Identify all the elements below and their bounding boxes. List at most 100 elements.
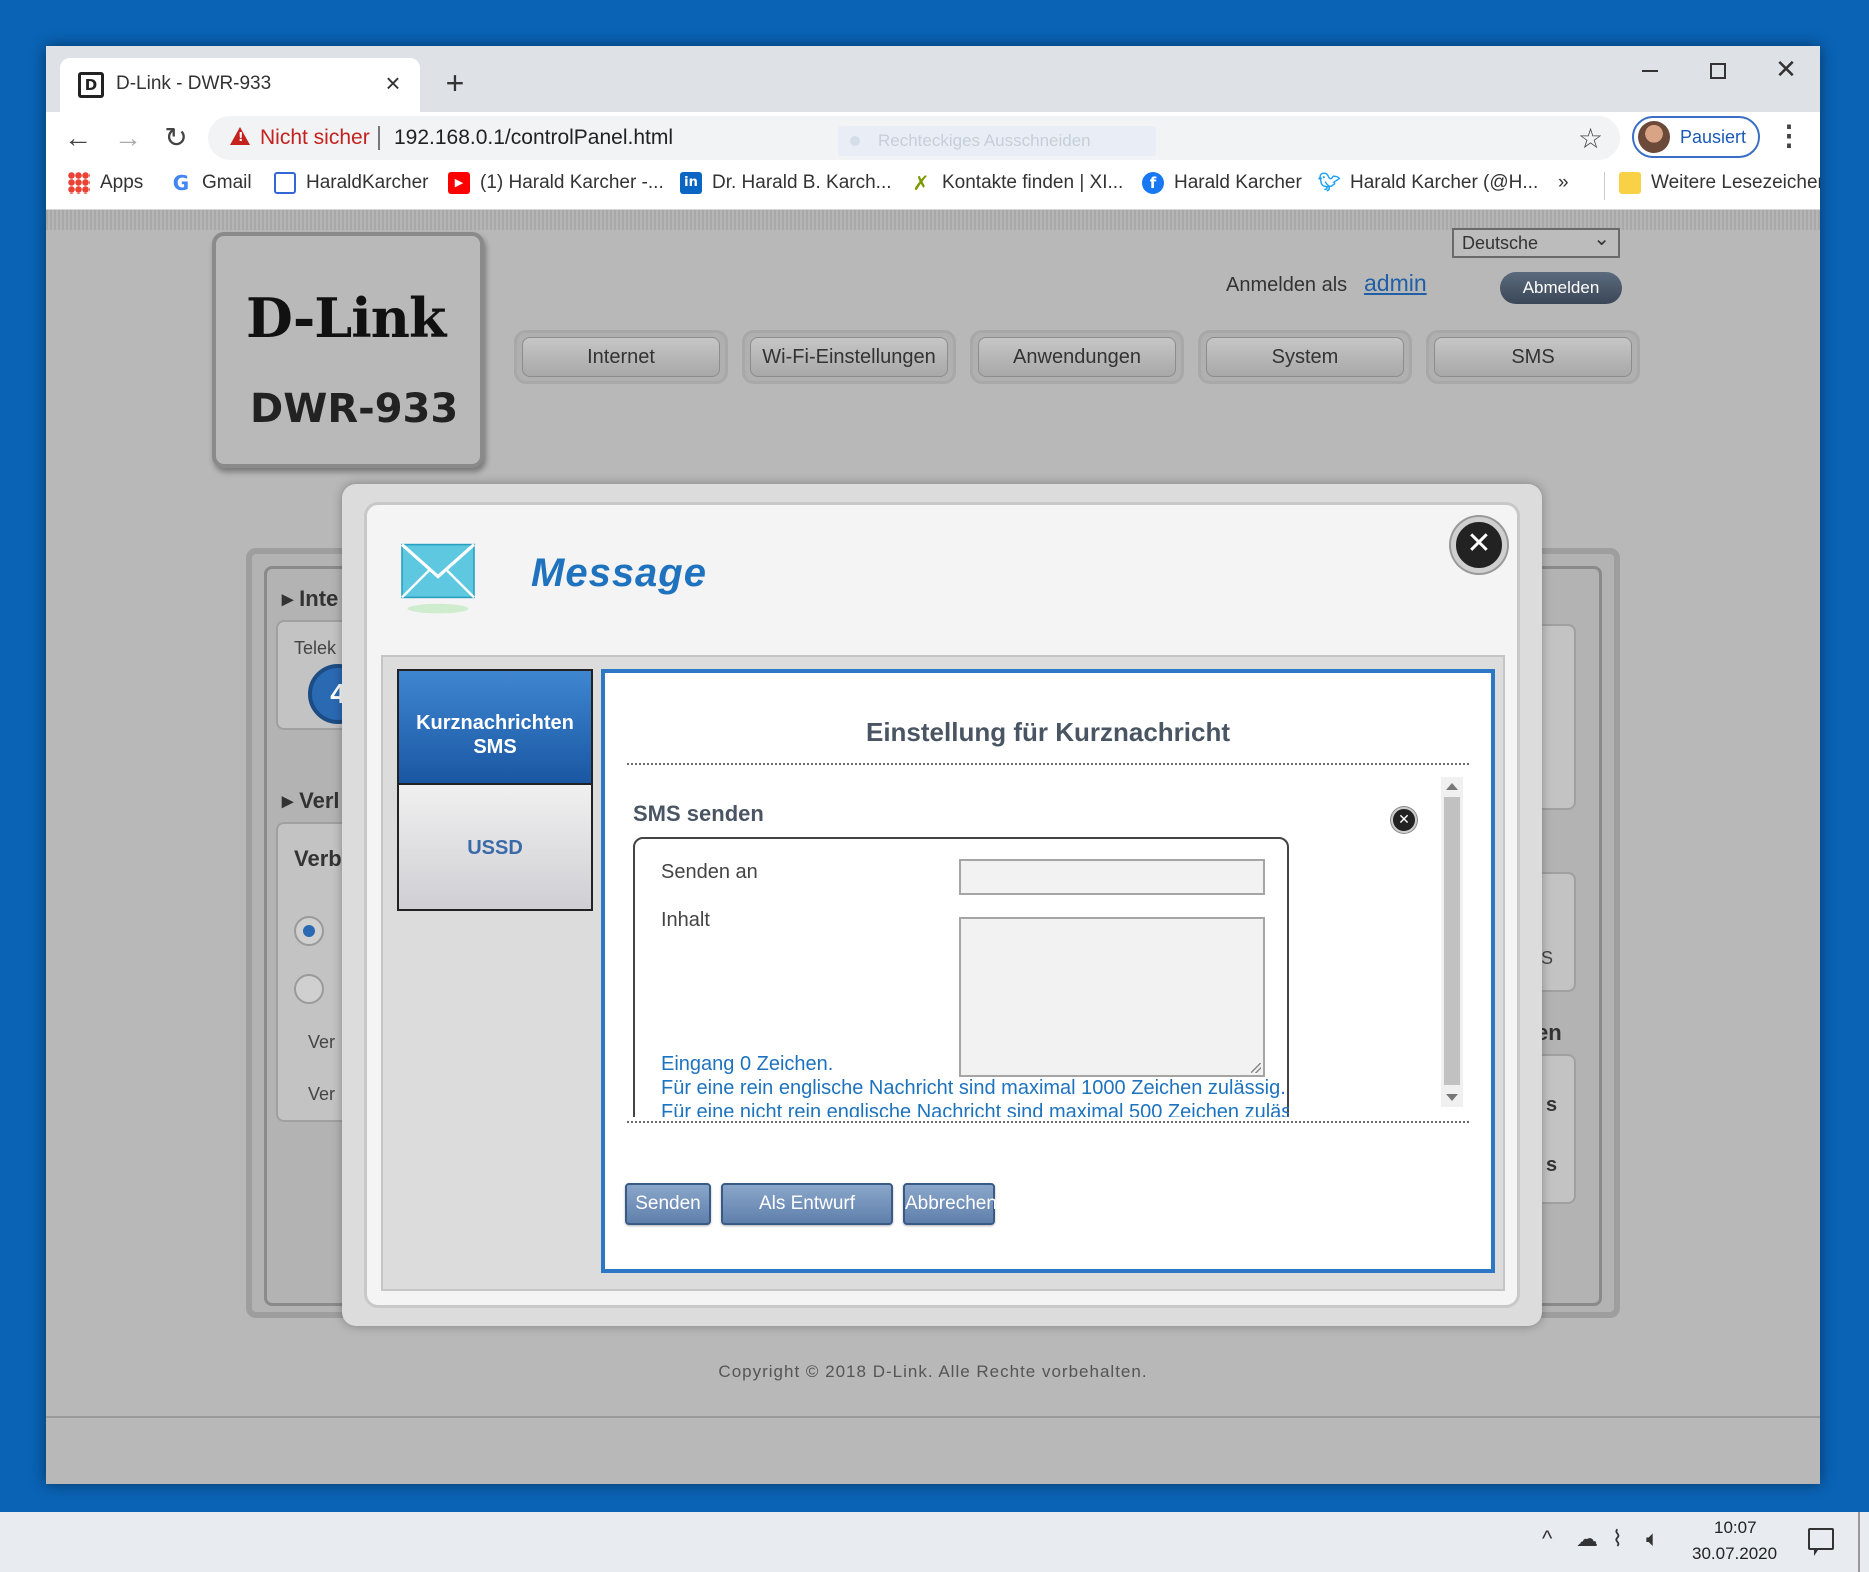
router-nav-tabs: Internet Wi-Fi-Einstellungen Anwendungen… bbox=[514, 330, 1642, 390]
bookmark-label: Harald Karcher bbox=[1174, 172, 1302, 193]
admin-user-link[interactable]: admin bbox=[1364, 270, 1427, 297]
profile-button[interactable]: Pausiert bbox=[1632, 116, 1760, 158]
tab-label: Anwendungen bbox=[978, 337, 1176, 377]
forward-arrow-icon[interactable]: → bbox=[108, 118, 148, 158]
more-bookmarks-chevron-icon[interactable]: » bbox=[1558, 172, 1569, 200]
vertical-scrollbar[interactable] bbox=[1441, 777, 1463, 1107]
address-bar[interactable]: Nicht sicher 192.168.0.1/controlPanel.ht… bbox=[208, 116, 1620, 160]
bg-connection-label: Verb bbox=[294, 846, 342, 871]
bg-heading-connection: ▸ Verl bbox=[282, 788, 340, 813]
bg-heading-text: Verl bbox=[299, 788, 340, 813]
page-top-strip bbox=[46, 210, 1820, 230]
window-maximize-button[interactable] bbox=[1684, 46, 1752, 92]
bookmark-apps[interactable]: Apps bbox=[68, 172, 143, 200]
limit-non-english-info: Für eine nicht rein englische Nachricht … bbox=[661, 1101, 1289, 1117]
bookmark-haraldkarcher[interactable]: HaraldKarcher bbox=[274, 172, 429, 200]
google-icon: G bbox=[172, 171, 190, 195]
bg-heading-internet: ▸ Inte bbox=[282, 586, 339, 611]
content-textarea[interactable] bbox=[959, 917, 1265, 1077]
avatar bbox=[1638, 121, 1670, 153]
sms-form-box: Senden an Inhalt Eingang 0 Zeichen. Für … bbox=[633, 837, 1289, 1117]
tab-label: SMS bbox=[1434, 337, 1632, 377]
tab-applications[interactable]: Anwendungen bbox=[970, 330, 1184, 384]
onedrive-cloud-icon[interactable]: ☁ bbox=[1576, 1526, 1598, 1552]
tab-wifi[interactable]: Wi-Fi-Einstellungen bbox=[742, 330, 956, 384]
side-tab-label: Kurznachrichten bbox=[416, 712, 574, 734]
browser-tab[interactable]: D D-Link - DWR-933 × bbox=[60, 58, 420, 112]
router-page: D-Link DWR-933 Deutsche Anmelden als adm… bbox=[46, 210, 1820, 1484]
language-select[interactable]: Deutsche bbox=[1452, 226, 1620, 258]
bg-fragment: s bbox=[1546, 1154, 1558, 1176]
message-modal-frame: Message ✕ Kurznachrichten SMS USSD Einst… bbox=[342, 484, 1542, 1326]
brand-logo: D-Link bbox=[246, 286, 446, 350]
address-separator bbox=[378, 126, 380, 150]
modal-body: Kurznachrichten SMS USSD Einstellung für… bbox=[381, 655, 1505, 1291]
tab-label: System bbox=[1206, 337, 1404, 377]
back-arrow-icon[interactable]: ← bbox=[58, 118, 98, 158]
bookmark-label: Kontakte finden | XI... bbox=[942, 172, 1124, 193]
scroll-up-arrow-icon[interactable] bbox=[1446, 783, 1458, 790]
profile-status-label: Pausiert bbox=[1680, 127, 1747, 147]
volume-icon[interactable]: 🔈︎ bbox=[1646, 1526, 1659, 1552]
tab-internet[interactable]: Internet bbox=[514, 330, 728, 384]
linkedin-icon: in bbox=[680, 172, 702, 194]
new-tab-plus-icon[interactable]: + bbox=[438, 66, 472, 100]
tab-strip: D D-Link - DWR-933 × + ✕ bbox=[46, 46, 1820, 112]
apps-grid-icon bbox=[68, 172, 90, 194]
bookmark-label: Dr. Harald B. Karch... bbox=[712, 172, 892, 193]
reload-icon[interactable]: ↻ bbox=[156, 118, 196, 158]
bookmark-linkedin[interactable]: in Dr. Harald B. Karch... bbox=[680, 172, 892, 200]
divider bbox=[627, 763, 1469, 765]
bookmark-gmail[interactable]: G Gmail bbox=[170, 172, 252, 200]
browser-menu-icon[interactable]: ⋮ bbox=[1774, 116, 1804, 156]
tray-chevron-up-icon[interactable]: ^ bbox=[1542, 1526, 1552, 1552]
clock-time[interactable]: 10:07 bbox=[1714, 1518, 1757, 1538]
bookmark-facebook[interactable]: f Harald Karcher bbox=[1142, 172, 1302, 200]
wifi-icon[interactable]: ⌇ bbox=[1612, 1526, 1623, 1552]
bg-fragment: s bbox=[1546, 1094, 1558, 1116]
snip-overlay-label: Rechteckiges Ausschneiden bbox=[838, 126, 1156, 156]
other-bookmarks-folder[interactable]: Weitere Lesezeichen bbox=[1604, 172, 1820, 200]
tab-sms[interactable]: SMS bbox=[1426, 330, 1640, 384]
insecure-label[interactable]: Nicht sicher bbox=[260, 126, 370, 150]
modal-title: Message bbox=[531, 551, 707, 595]
cancel-button[interactable]: Abbrechen bbox=[903, 1183, 997, 1225]
bookmark-label: Apps bbox=[100, 172, 144, 193]
divider bbox=[627, 1121, 1469, 1123]
bookmark-star-icon[interactable]: ☆ bbox=[1578, 122, 1603, 155]
tab-system[interactable]: System bbox=[1198, 330, 1412, 384]
bookmark-twitter[interactable]: 🐦︎ Harald Karcher (@H... bbox=[1318, 172, 1538, 200]
logout-button[interactable]: Abmelden bbox=[1500, 272, 1622, 304]
window-minimize-button[interactable] bbox=[1616, 46, 1684, 92]
facebook-icon: f bbox=[1142, 172, 1164, 194]
browser-toolbar: ← → ↻ Nicht sicher 192.168.0.1/controlPa… bbox=[46, 112, 1820, 162]
side-tab-ussd[interactable]: USSD bbox=[397, 783, 593, 911]
warning-triangle-icon bbox=[230, 127, 250, 145]
bg-radio-on bbox=[294, 916, 324, 946]
bookmark-xing[interactable]: ✗ Kontakte finden | XI... bbox=[910, 172, 1124, 200]
scroll-down-arrow-icon[interactable] bbox=[1446, 1094, 1458, 1101]
scroll-thumb[interactable] bbox=[1444, 797, 1460, 1085]
clock-date[interactable]: 30.07.2020 bbox=[1692, 1544, 1777, 1564]
tab-close-icon[interactable]: × bbox=[378, 68, 408, 98]
youtube-icon: ▶ bbox=[448, 172, 470, 194]
section-close-icon[interactable]: ✕ bbox=[1391, 807, 1417, 833]
bookmark-label: Harald Karcher (@H... bbox=[1350, 172, 1539, 193]
send-to-input[interactable] bbox=[959, 859, 1265, 895]
modal-close-icon[interactable]: ✕ bbox=[1451, 517, 1507, 573]
side-tab-sms[interactable]: Kurznachrichten SMS bbox=[397, 669, 593, 785]
save-draft-button[interactable]: Als Entwurf speichern bbox=[721, 1183, 893, 1252]
model-name: DWR-933 bbox=[250, 386, 459, 432]
windows-taskbar: ^ ☁ ⌇ 🔈︎ 10:07 30.07.2020 bbox=[0, 1512, 1869, 1572]
page-footer-line bbox=[46, 1416, 1820, 1418]
window-close-button[interactable]: ✕ bbox=[1752, 46, 1820, 92]
sms-settings-panel: Einstellung für Kurznachricht SMS senden… bbox=[601, 669, 1495, 1273]
send-button[interactable]: Senden bbox=[625, 1183, 711, 1225]
url-text[interactable]: 192.168.0.1/controlPanel.html bbox=[394, 126, 673, 150]
notification-icon[interactable] bbox=[1808, 1528, 1834, 1556]
bookmark-label: Gmail bbox=[202, 172, 252, 193]
dlink-favicon-icon: D bbox=[78, 72, 104, 98]
limit-english-info: Für eine rein englische Nachricht sind m… bbox=[661, 1077, 1286, 1099]
show-desktop-edge[interactable] bbox=[1858, 1512, 1860, 1572]
bookmark-youtube[interactable]: ▶ (1) Harald Karcher -... bbox=[448, 172, 664, 200]
